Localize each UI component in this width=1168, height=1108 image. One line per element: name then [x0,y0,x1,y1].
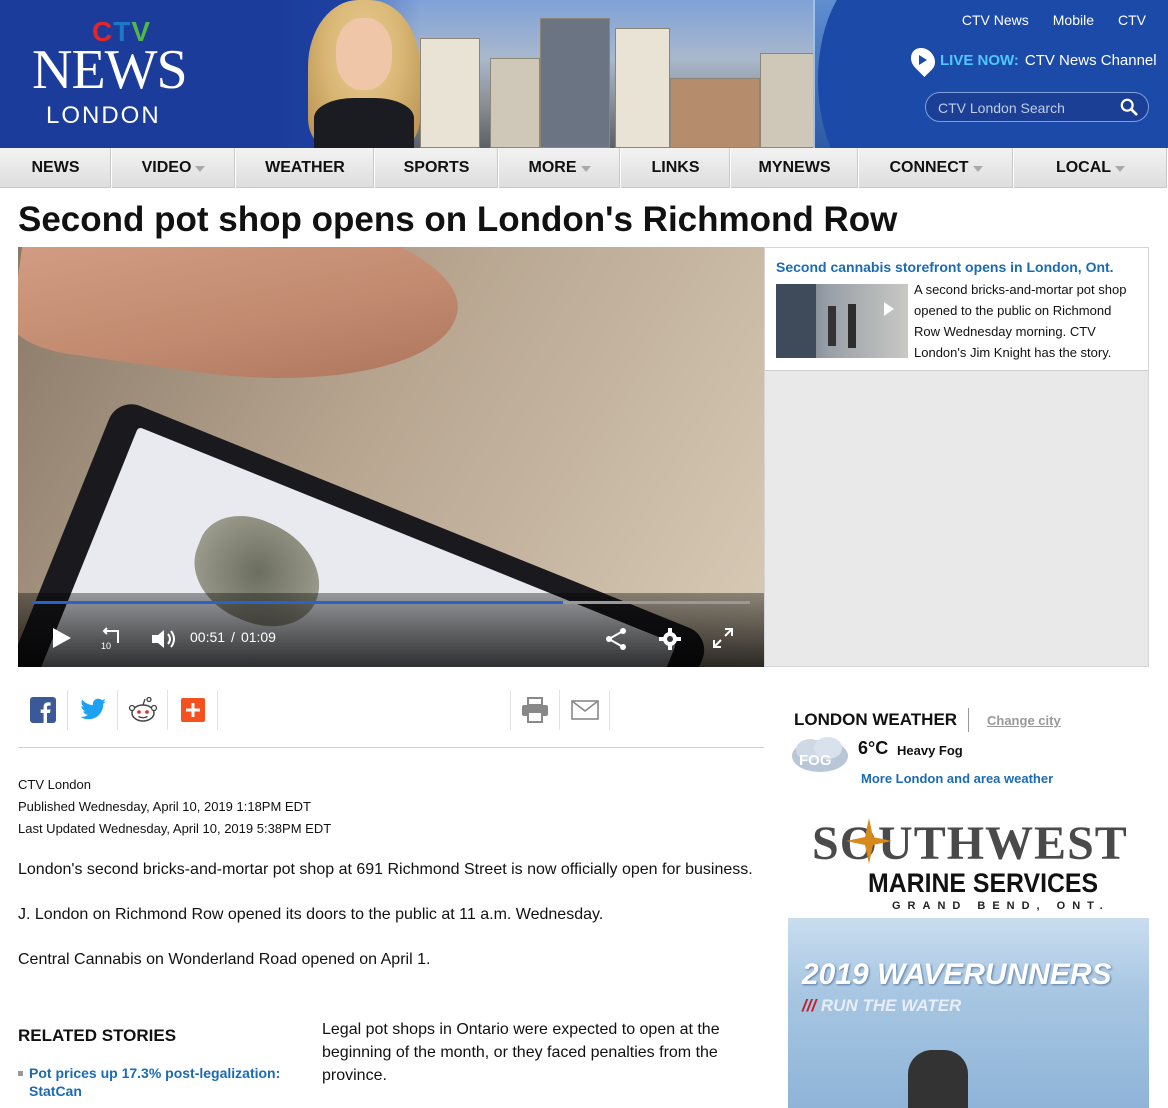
related-video-title[interactable]: Second cannabis storefront opens in Lond… [776,259,1114,275]
weather-condition: Heavy Fog [897,743,963,758]
ad-headline: 2019 WAVERUNNERS [802,958,1112,991]
video-time: 00:51 / 01:09 [190,629,276,645]
related-video-panel: Second cannabis storefront opens in Lond… [764,247,1149,667]
related-stories: RELATED STORIES Pot prices up 17.3% post… [18,1026,288,1100]
article-published: Published Wednesday, April 10, 2019 1:18… [18,799,311,814]
live-now-link[interactable]: LIVE NOW: CTV News Channel [906,43,1157,77]
article-updated: Last Updated Wednesday, April 10, 2019 5… [18,821,332,836]
ctv-news-london-logo[interactable]: CTV NEWS LONDON [32,14,192,129]
advertisement[interactable]: SOUTHWEST MARINE SERVICES GRAND BEND, ON… [788,810,1149,1108]
ad-location: GRAND BEND, ONT. [892,900,1110,912]
nav-more[interactable]: MORE [499,148,621,188]
change-city-link[interactable]: Change city [987,713,1061,728]
nav-local[interactable]: LOCAL [1014,148,1168,188]
nav-connect[interactable]: CONNECT [859,148,1014,188]
site-header: CTV NEWS LONDON CTV News Mobile CTV LIVE… [0,0,1168,148]
bullet-icon [18,1071,23,1076]
mail-icon [570,700,599,720]
print-icon [522,697,548,723]
ad-subtitle: MARINE SERVICES [868,868,1099,898]
related-video-thumbnail[interactable] [776,284,908,358]
related-story-link[interactable]: Pot prices up 17.3% post-legalization: S… [18,1064,288,1100]
chevron-down-icon [580,166,591,172]
fullscreen-icon[interactable] [712,627,734,649]
ad-rider-image [908,1050,968,1108]
volume-icon[interactable] [150,627,178,651]
settings-gear-icon[interactable] [658,627,682,651]
more-weather-link[interactable]: More London and area weather [861,771,1053,786]
ad-tagline: /// RUN THE WATER [802,996,962,1015]
video-player[interactable]: 10 00:51 / 01:09 [18,247,764,667]
svg-text:FOG: FOG [799,752,832,769]
twitter-share-button[interactable] [68,690,118,730]
nav-news[interactable]: NEWS [0,148,112,188]
svg-text:10: 10 [101,641,111,651]
compass-star-icon [846,818,892,864]
article-paragraph: J. London on Richmond Row opened its doo… [18,906,604,923]
facebook-icon [29,697,56,723]
top-link-mobile[interactable]: Mobile [1053,12,1094,28]
search-icon[interactable] [1120,98,1138,116]
more-share-button[interactable] [168,690,218,730]
article-body: London's second bricks-and-mortar pot sh… [18,858,758,993]
article-paragraph: Central Cannabis on Wonderland Road open… [18,951,431,968]
weather-widget: LONDON WEATHER Change city FOG 6°C Heavy… [790,706,1150,796]
rewind-10-icon[interactable]: 10 [98,627,124,651]
share-icon[interactable] [604,627,628,651]
news-anchor-photo [300,0,420,148]
nav-links[interactable]: LINKS [621,148,731,188]
search-box [925,92,1149,122]
print-button[interactable] [510,690,560,730]
email-button[interactable] [560,690,610,730]
reddit-share-button[interactable] [118,690,168,730]
logo-city-text: LONDON [46,102,161,129]
share-bar [18,690,764,748]
video-time-separator: / [231,629,235,645]
related-stories-heading: RELATED STORIES [18,1026,177,1045]
live-play-icon [906,43,940,77]
play-icon [884,302,894,316]
video-controls: 10 00:51 / 01:09 [18,593,764,667]
video-current-time: 00:51 [190,629,226,645]
live-now-label: LIVE NOW: [940,51,1019,69]
plus-icon [180,698,205,722]
chevron-down-icon [972,166,983,172]
nav-video[interactable]: VIDEO [112,148,236,188]
live-now-channel: CTV News Channel [1024,51,1157,69]
article-paragraph: London's second bricks-and-mortar pot sh… [18,861,753,878]
video-progress-fill [32,601,564,604]
top-link-ctv[interactable]: CTV [1118,12,1146,28]
article-source: CTV London [18,777,91,792]
top-link-ctv-news[interactable]: CTV News [962,12,1029,28]
related-video-item[interactable]: Second cannabis storefront opens in Lond… [765,248,1148,371]
reddit-icon [128,697,157,722]
related-video-description: A second bricks-and-mortar pot shop open… [914,282,1127,360]
chevron-down-icon [1115,166,1126,172]
nav-sports[interactable]: SPORTS [375,148,499,188]
search-input[interactable] [938,98,1118,118]
logo-news-text: NEWS [32,39,188,101]
fog-icon: FOG [792,737,848,772]
article-meta: CTV London Published Wednesday, April 10… [18,774,331,840]
play-icon[interactable] [50,627,72,649]
twitter-icon [79,698,106,720]
top-links: CTV News Mobile CTV [962,12,1146,28]
related-story-title[interactable]: Pot prices up 17.3% post-legalization: S… [29,1064,288,1100]
main-nav: NEWS VIDEO WEATHER SPORTS MORE LINKS MYN… [0,148,1168,188]
chevron-down-icon [195,166,206,172]
article-paragraph: Legal pot shops in Ontario were expected… [322,1021,720,1084]
nav-mynews[interactable]: MYNEWS [731,148,859,188]
video-progress-bar[interactable] [32,601,750,604]
weather-temperature: 6°C [858,738,889,758]
nav-weather[interactable]: WEATHER [236,148,375,188]
facebook-share-button[interactable] [18,690,68,730]
video-duration: 01:09 [240,629,276,645]
weather-title: LONDON WEATHER [794,710,958,729]
header-cityscape-image [360,0,870,148]
article-headline: Second pot shop opens on London's Richmo… [18,200,898,239]
